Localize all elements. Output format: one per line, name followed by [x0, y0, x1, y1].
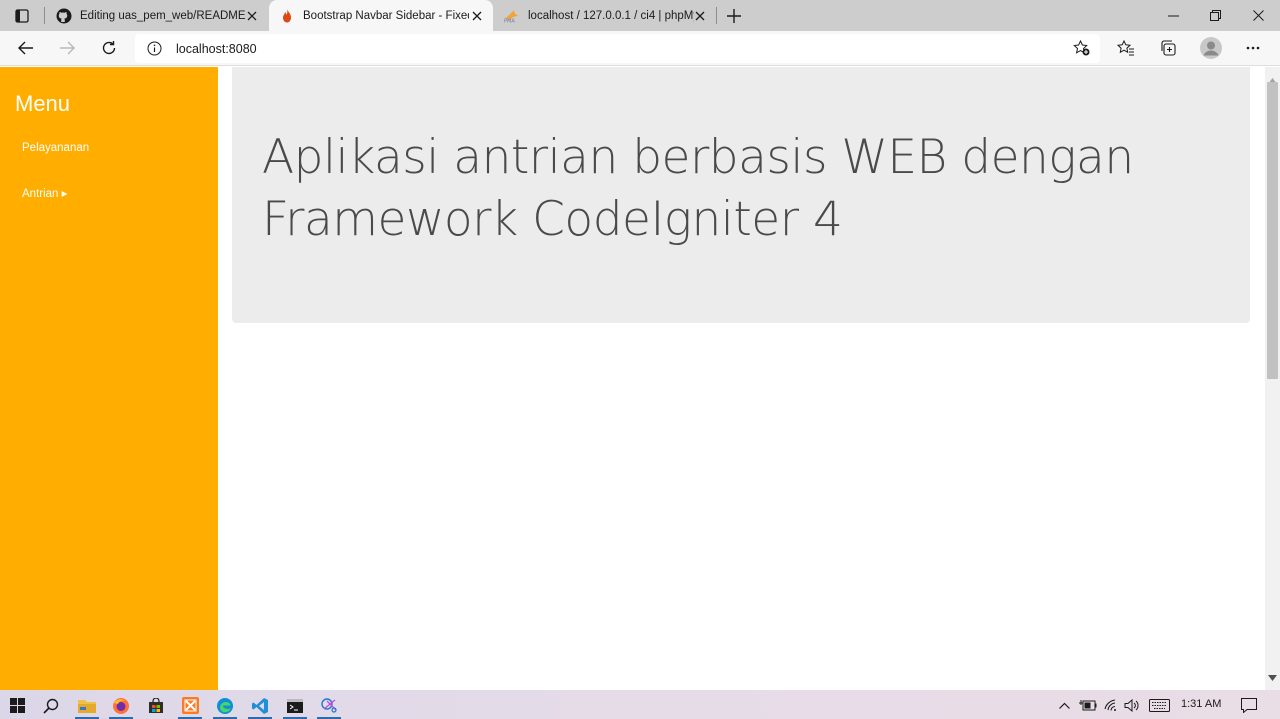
page-heading-line-1: Aplikasi antrian berbasis WEB dengan: [262, 130, 1134, 185]
snipping-tool-icon[interactable]: [312, 692, 346, 719]
sidebar-title: Menu: [15, 91, 71, 116]
jumbotron: Aplikasi antrian berbasis WEB dengan Fra…: [232, 67, 1250, 323]
new-tab-button[interactable]: [722, 4, 746, 28]
sidebar-item-pelayanan[interactable]: Pelayananan: [22, 142, 89, 154]
restore-button[interactable]: [1194, 0, 1236, 31]
keyboard-icon[interactable]: [1147, 697, 1171, 713]
xampp-icon[interactable]: [173, 692, 207, 719]
refresh-button[interactable]: [95, 34, 123, 62]
tab-github[interactable]: Editing uas_pem_web/README.md: [46, 0, 268, 31]
phpmyadmin-icon: PMA: [504, 8, 520, 24]
show-hidden-icons-icon[interactable]: [1057, 697, 1071, 713]
minimize-button[interactable]: [1152, 0, 1194, 31]
add-favorite-icon[interactable]: [1073, 39, 1090, 61]
command-prompt-icon[interactable]: [278, 692, 312, 719]
close-window-button[interactable]: [1237, 0, 1279, 31]
volume-icon[interactable]: [1123, 697, 1141, 713]
tab-separator: [44, 7, 45, 24]
store-icon[interactable]: [139, 692, 173, 719]
sidebar-item-antrian[interactable]: Antrian ▸: [22, 186, 67, 200]
page-heading-line-2: Framework CodeIgniter 4: [262, 192, 843, 247]
more-options-icon[interactable]: [1239, 34, 1267, 62]
scroll-down-arrow-icon[interactable]: [1268, 668, 1277, 686]
back-button[interactable]: [12, 34, 40, 62]
scrollbar-thumb[interactable]: [1267, 82, 1278, 379]
firefox-icon[interactable]: [104, 692, 138, 719]
tab-title: Editing uas_pem_web/README.md: [80, 9, 246, 22]
tab-title: localhost / 127.0.0.1 / ci4 | phpMyAdmin: [528, 9, 694, 22]
site-info-icon[interactable]: [147, 41, 162, 56]
page-heading: Aplikasi antrian berbasis WEB dengan Fra…: [262, 127, 1222, 251]
taskbar-clock[interactable]: 1:31 AM: [1181, 698, 1221, 710]
tab-bootstrap-navbar[interactable]: Bootstrap Navbar Sidebar - Fixed: [269, 0, 493, 31]
flame-icon: [279, 8, 295, 24]
github-icon: [56, 8, 72, 24]
edge-icon[interactable]: [208, 692, 242, 719]
file-explorer-icon[interactable]: [70, 692, 104, 719]
browser-toolbar: localhost:8080: [0, 31, 1280, 66]
close-tab-icon[interactable]: [692, 8, 708, 24]
vertical-scrollbar[interactable]: [1265, 67, 1280, 690]
close-tab-icon[interactable]: [469, 8, 485, 24]
svg-text:PMA: PMA: [504, 18, 515, 23]
forward-button[interactable]: [53, 34, 81, 62]
vscode-icon[interactable]: [243, 692, 277, 719]
tab-separator: [716, 7, 717, 24]
wifi-icon[interactable]: [1102, 697, 1120, 713]
sidebar: Menu Pelayananan Antrian ▸: [0, 67, 218, 690]
address-url: localhost:8080: [176, 42, 257, 56]
favorites-icon[interactable]: [1112, 34, 1140, 62]
tab-actions-icon[interactable]: [8, 4, 36, 28]
action-center-icon[interactable]: [1240, 697, 1258, 713]
battery-icon[interactable]: [1078, 697, 1098, 713]
close-tab-icon[interactable]: [244, 8, 260, 24]
profile-avatar[interactable]: [1197, 34, 1225, 62]
tab-title: Bootstrap Navbar Sidebar - Fixed: [303, 9, 469, 22]
search-icon[interactable]: [34, 692, 68, 719]
browser-tabstrip: Editing uas_pem_web/README.md Bootstrap …: [0, 0, 1280, 31]
page-viewport: Menu Pelayananan Antrian ▸ Aplikasi antr…: [0, 67, 1265, 690]
tab-phpmyadmin[interactable]: PMA localhost / 127.0.0.1 / ci4 | phpMyA…: [494, 0, 716, 31]
address-bar[interactable]: localhost:8080: [135, 34, 1100, 63]
collections-icon[interactable]: [1154, 34, 1182, 62]
windows-start-icon[interactable]: [0, 692, 34, 719]
windows-taskbar: 1:31 AM: [0, 690, 1280, 719]
